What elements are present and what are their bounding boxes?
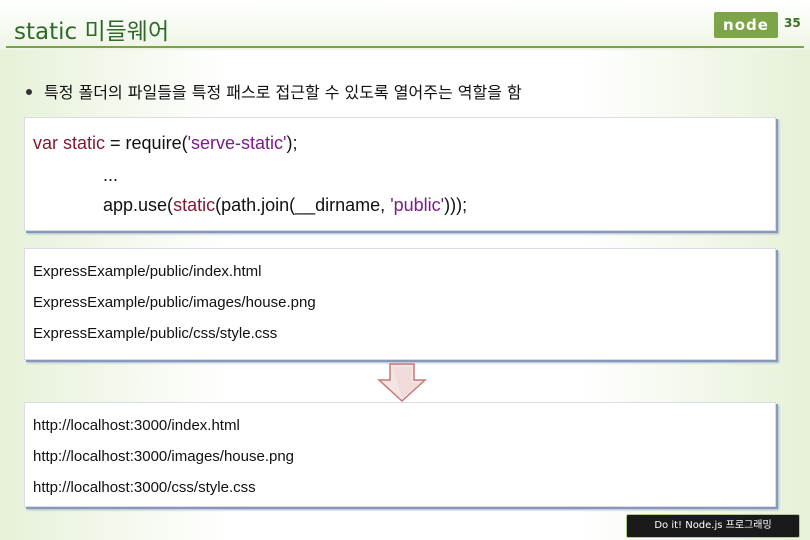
file-path-item: ExpressExample/public/index.html [33, 263, 262, 280]
code-text: (path.join(__dirname, [215, 195, 391, 215]
code-line-1: var static = require('serve-static'); [33, 133, 297, 154]
url-item: http://localhost:3000/css/style.css [33, 479, 256, 496]
file-path-box: ExpressExample/public/index.html Express… [24, 248, 776, 360]
slide-title: static 미들웨어 [14, 19, 170, 45]
bullet-text: 특정 폴더의 파일들을 특정 패스로 접근할 수 있도록 열어주는 역할을 함 [44, 83, 522, 102]
bullet-item: 특정 폴더의 파일들을 특정 패스로 접근할 수 있도록 열어주는 역할을 함 [26, 79, 522, 103]
down-arrow-icon [377, 363, 427, 403]
code-line-2: ... [103, 165, 119, 185]
footer-badge: Do it! Node.js 프로그래밍 [626, 514, 800, 538]
code-string: 'public' [390, 195, 445, 215]
file-path-item: ExpressExample/public/css/style.css [33, 325, 278, 342]
header-divider [6, 46, 804, 48]
code-string: 'serve-static' [187, 133, 287, 153]
code-keyword: var static [33, 133, 106, 153]
code-text: ); [286, 133, 298, 153]
bullet-icon [26, 88, 32, 95]
file-path-item: ExpressExample/public/images/house.png [33, 294, 316, 311]
code-box: var static = require('serve-static'); ..… [24, 117, 776, 231]
url-item: http://localhost:3000/index.html [33, 417, 240, 434]
nodejs-logo: node [714, 12, 778, 38]
code-text: = require( [105, 133, 188, 153]
page-number: 35 [784, 16, 801, 30]
url-box: http://localhost:3000/index.html http://… [24, 402, 776, 507]
code-keyword: static [173, 195, 216, 215]
url-item: http://localhost:3000/images/house.png [33, 448, 295, 465]
code-line-3: app.use(static(path.join(__dirname, 'pub… [103, 195, 467, 216]
slide-header: static 미들웨어 node 35 [0, 0, 810, 50]
code-text: app.use( [103, 195, 174, 215]
code-text: ))); [444, 195, 468, 215]
logo-text: node [723, 16, 769, 34]
